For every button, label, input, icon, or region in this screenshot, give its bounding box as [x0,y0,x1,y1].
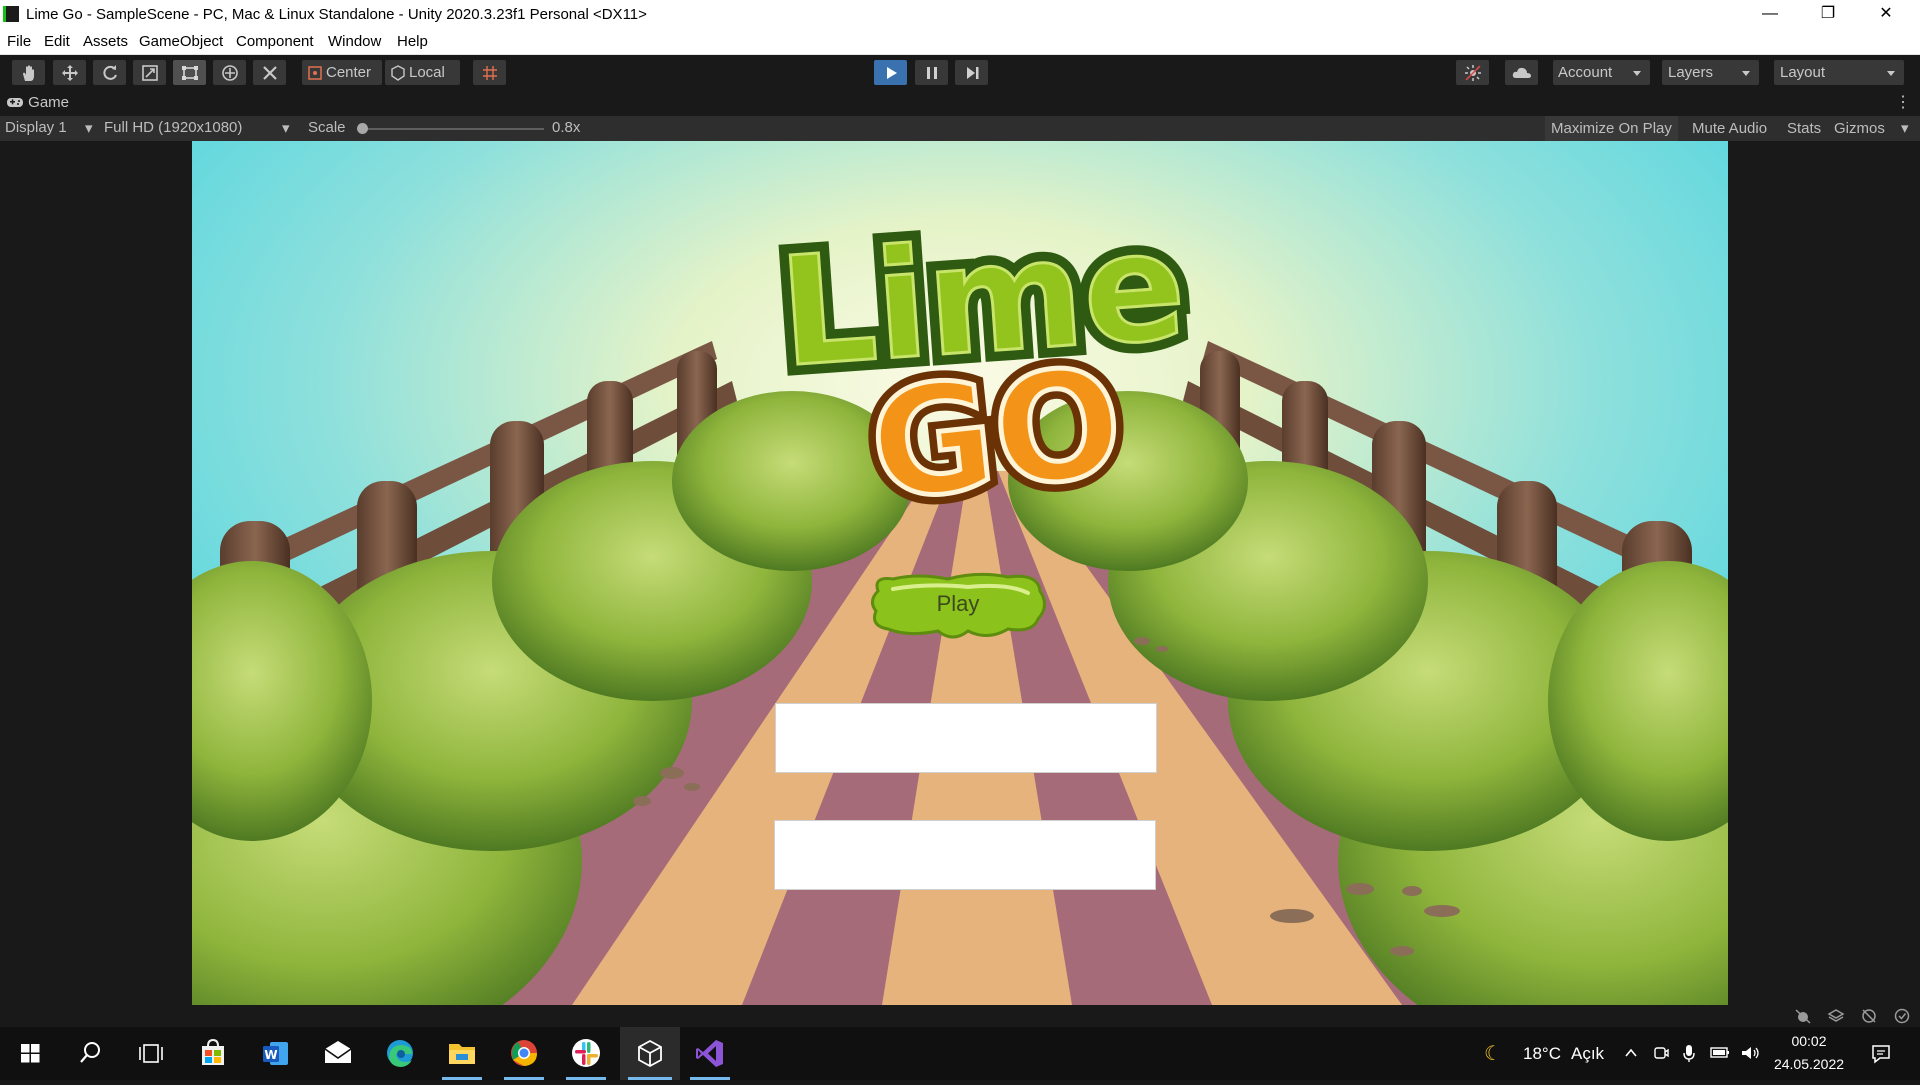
cloud-icon[interactable] [1505,60,1538,85]
display-label: Display 1 [5,119,67,136]
menu-gameobject[interactable]: GameObject [139,33,223,50]
weather-temperature[interactable]: 18°C [1523,1044,1561,1064]
pivot-center-label: Center [326,64,372,81]
game-tab-bar: Game ⋮ [0,90,1920,116]
scale-tool-icon[interactable] [133,60,166,85]
layout-label: Layout [1780,64,1826,81]
windows-taskbar: W ☾ 18°C Açık 00:02 24.05.2022 [0,1027,1920,1080]
scale-slider-track[interactable] [360,128,544,130]
progress-check-icon[interactable] [1893,1008,1911,1024]
custom-tool-icon[interactable] [253,60,286,85]
chevron-down-icon: ▾ [282,120,290,137]
chevron-down-icon: ▾ [85,120,93,137]
debug-icon[interactable] [1794,1008,1812,1024]
status-strip [0,1005,1920,1027]
file-explorer-icon[interactable] [434,1027,490,1080]
tab-options-icon[interactable]: ⋮ [1895,92,1911,112]
slack-icon[interactable] [558,1027,614,1080]
pivot-center-toggle[interactable]: Center [302,60,382,85]
stats-toggle[interactable]: Stats [1781,116,1827,141]
gizmos-dropdown-icon[interactable]: ▾ [1901,119,1909,137]
word-icon[interactable]: W [248,1027,304,1080]
chevron-up-icon[interactable] [1623,1045,1639,1061]
notifications-icon[interactable] [1870,1043,1892,1065]
clock-time[interactable]: 00:02 [1776,1033,1842,1049]
weather-condition[interactable]: Açık [1571,1044,1604,1064]
search-icon[interactable] [62,1027,118,1080]
gizmos-toggle[interactable]: Gizmos [1828,116,1891,141]
account-label: Account [1558,64,1613,81]
account-dropdown[interactable]: Account [1553,60,1650,85]
menu-edit[interactable]: Edit [44,33,70,50]
edge-icon[interactable] [372,1027,428,1080]
auto-generate-lighting-icon[interactable] [1860,1008,1878,1024]
window-title: Lime Go - SampleScene - PC, Mac & Linux … [26,6,647,23]
hand-tool-icon[interactable] [12,60,45,85]
minimize-button[interactable]: — [1741,0,1799,30]
play-button[interactable] [874,60,907,85]
layers-dropdown[interactable]: Layers [1662,60,1759,85]
logo-go-text: GO [863,335,1130,534]
rotate-tool-icon[interactable] [93,60,126,85]
unity-icon[interactable] [620,1027,680,1080]
menu-help[interactable]: Help [397,33,428,50]
pivot-local-toggle[interactable]: Local [385,60,460,85]
svg-text:W: W [264,1048,277,1062]
unity-app-icon [3,6,19,22]
play-game-button[interactable]: Play [868,571,1048,643]
game-view-toolbar: Display 1 ▾ Full HD (1920x1080) ▾ Scale … [0,116,1920,141]
maximize-on-play-toggle[interactable]: Maximize On Play [1545,116,1678,141]
task-view-icon[interactable] [122,1027,178,1080]
menu-component[interactable]: Component [236,33,314,50]
input-field-1[interactable] [775,703,1157,773]
chrome-icon[interactable] [496,1027,552,1080]
rect-tool-icon[interactable] [173,60,206,85]
window-title-bar: Lime Go - SampleScene - PC, Mac & Linux … [0,0,1920,30]
tab-game[interactable]: Game [6,94,69,111]
meet-now-icon[interactable] [1652,1044,1670,1062]
mail-icon[interactable] [310,1027,366,1080]
visual-studio-icon[interactable] [682,1027,738,1080]
battery-icon[interactable] [1709,1045,1731,1061]
menu-window[interactable]: Window [328,33,381,50]
gamepad-icon [7,98,23,107]
display-dropdown[interactable]: Display 1 ▾ [5,119,93,137]
mute-audio-toggle[interactable]: Mute Audio [1686,116,1773,141]
resolution-dropdown[interactable]: Full HD (1920x1080) ▾ [104,119,290,137]
collab-icon[interactable] [1456,60,1489,85]
pause-button[interactable] [915,60,948,85]
input-field-2[interactable] [774,820,1156,890]
resolution-label: Full HD (1920x1080) [104,119,243,136]
layers-label: Layers [1668,64,1714,81]
transform-tool-icon[interactable] [213,60,246,85]
play-game-label: Play [936,591,980,616]
grid-snap-icon[interactable] [473,60,506,85]
tab-game-label: Game [28,94,70,111]
close-button[interactable]: ✕ [1857,0,1915,30]
weather-moon-icon[interactable]: ☾ [1484,1041,1502,1066]
microphone-icon[interactable] [1682,1043,1696,1063]
step-button[interactable] [955,60,988,85]
scale-value: 0.8x [552,119,581,136]
main-toolbar: Center Local Account Layers Layout [0,55,1920,90]
pivot-local-label: Local [409,64,445,81]
scale-label: Scale [308,119,346,136]
game-viewport[interactable]: Lime Lime GO GO Play [192,141,1728,1005]
clock-date[interactable]: 24.05.2022 [1772,1056,1846,1072]
move-tool-icon[interactable] [53,60,86,85]
store-icon[interactable] [185,1027,241,1080]
windows-start-icon[interactable] [2,1027,58,1080]
menu-file[interactable]: File [7,33,31,50]
scale-slider-knob[interactable] [357,123,368,134]
layout-dropdown[interactable]: Layout [1774,60,1904,85]
menu-assets[interactable]: Assets [83,33,128,50]
layers-stack-icon[interactable] [1827,1008,1845,1024]
maximize-button[interactable]: ❐ [1799,0,1857,30]
volume-icon[interactable] [1739,1043,1761,1063]
menu-bar: File Edit Assets GameObject Component Wi… [0,30,1920,55]
